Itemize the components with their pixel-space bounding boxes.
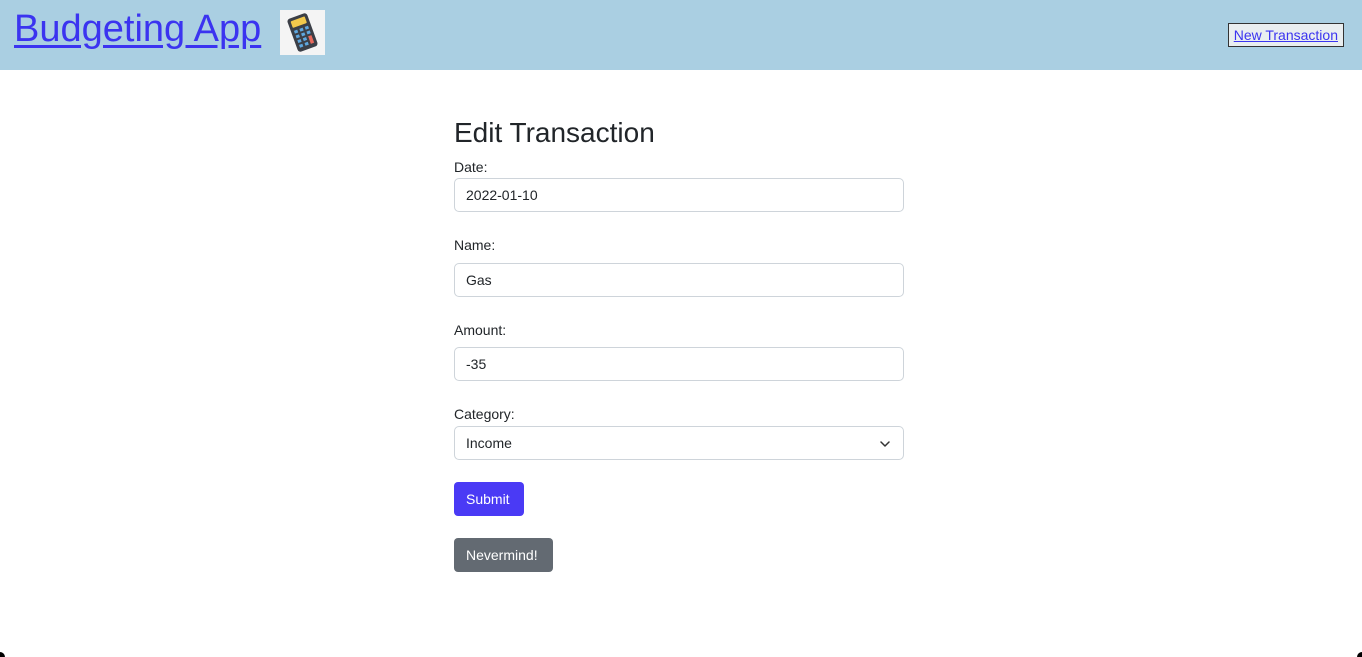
date-input[interactable]: 2022-01-10 <box>454 178 904 212</box>
date-label: Date: <box>454 159 488 175</box>
category-select[interactable]: Income <box>454 426 904 460</box>
category-selected-value: Income <box>466 435 512 451</box>
nevermind-button[interactable]: Nevermind! <box>454 538 553 572</box>
submit-button[interactable]: Submit <box>454 482 524 516</box>
new-transaction-link[interactable]: New Transaction <box>1227 23 1344 47</box>
name-input[interactable]: Gas <box>454 263 904 297</box>
category-label: Category: <box>454 406 515 422</box>
brand-link[interactable]: Budgeting App <box>14 7 261 51</box>
calculator-icon <box>280 10 325 55</box>
window-corner <box>1357 652 1362 657</box>
edit-transaction-form: Edit Transaction Date: 2022-01-10 Name: … <box>454 115 904 572</box>
navbar: Budgeting App New Transaction <box>0 0 1362 70</box>
page-title: Edit Transaction <box>454 117 655 148</box>
amount-label: Amount: <box>454 322 507 338</box>
amount-input[interactable]: -35 <box>454 347 904 381</box>
name-label: Name: <box>454 237 496 253</box>
chevron-down-icon <box>880 441 890 447</box>
window-corner <box>0 652 5 657</box>
